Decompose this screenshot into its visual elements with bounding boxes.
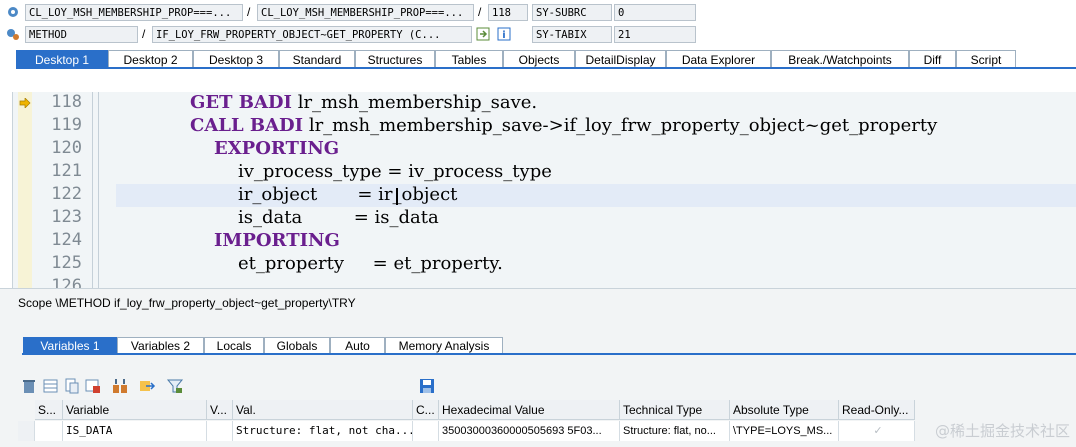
type-field[interactable]: METHOD <box>25 26 138 43</box>
tab-data-explorer[interactable]: Data Explorer <box>666 50 771 68</box>
code-line[interactable]: IMPORTING <box>214 230 340 251</box>
code-line[interactable]: CALL BADI lr_msh_membership_save->if_loy… <box>190 115 937 136</box>
sysvar-name-1[interactable]: SY-SUBRC <box>532 4 612 21</box>
line-number: 123 <box>51 207 82 227</box>
line-number: 120 <box>51 138 82 158</box>
tab-structures[interactable]: Structures <box>355 50 435 68</box>
grid-header[interactable]: Technical Type <box>620 400 730 420</box>
watermark: @稀土掘金技术社区 <box>934 422 1070 440</box>
insert-row-icon[interactable] <box>42 377 60 395</box>
lower-tab-underline <box>22 353 1076 355</box>
line-number: 124 <box>51 230 82 250</box>
tab-breakpoints[interactable]: Break./Watchpoints <box>771 50 909 68</box>
grid-cell-value[interactable]: Structure: flat, not cha... <box>233 421 413 441</box>
grid-cell[interactable] <box>35 421 63 441</box>
grid-cell-hex[interactable]: 35003000360000505693 5F03... <box>439 421 620 441</box>
grid-cell[interactable] <box>413 421 439 441</box>
code-line[interactable]: iv_process_type = iv_process_type <box>238 161 552 182</box>
tab-variables-1[interactable]: Variables 1 <box>23 337 117 354</box>
code-line[interactable]: is_data = is_data <box>238 207 439 228</box>
scope-line: Scope \METHOD if_loy_frw_property_object… <box>0 288 1076 316</box>
filter-icon[interactable] <box>166 377 184 395</box>
transfer-icon[interactable] <box>111 377 129 395</box>
tab-detaildisplay[interactable]: DetailDisplay <box>575 50 666 68</box>
include-field[interactable]: CL_LOY_MSH_MEMBERSHIP_PROP===... <box>257 4 474 21</box>
line-number: 126 <box>51 276 82 288</box>
line-number: 121 <box>51 161 82 181</box>
code-line[interactable]: ir_object = ir_object <box>238 184 457 205</box>
program-field[interactable]: CL_LOY_MSH_MEMBERSHIP_PROP===... <box>25 4 243 21</box>
grid-header[interactable]: Val. <box>233 400 413 420</box>
tab-underline <box>16 67 1076 69</box>
navigate-icon[interactable] <box>476 27 490 41</box>
event-field[interactable]: IF_LOY_FRW_PROPERTY_OBJECT~GET_PROPERTY … <box>152 26 472 43</box>
save-icon[interactable] <box>418 377 436 395</box>
line-number: 119 <box>51 115 82 135</box>
tab-standard[interactable]: Standard <box>279 50 355 68</box>
tab-memory-analysis[interactable]: Memory Analysis <box>385 337 503 354</box>
tab-variables-2[interactable]: Variables 2 <box>117 337 204 354</box>
tab-desktop-3[interactable]: Desktop 3 <box>193 50 279 68</box>
sysvar-value-1[interactable]: 0 <box>614 4 696 21</box>
tab-script[interactable]: Script <box>956 50 1016 68</box>
debug-icon <box>6 5 20 19</box>
info-icon[interactable]: i <box>497 27 511 41</box>
grid-header[interactable]: Absolute Type <box>730 400 839 420</box>
tab-auto[interactable]: Auto <box>330 337 385 354</box>
code-line[interactable]: et_property = et_property. <box>238 253 503 274</box>
tab-desktop-2[interactable]: Desktop 2 <box>108 50 193 68</box>
sysvar-name-2[interactable]: SY-TABIX <box>532 26 612 43</box>
grid-cell-variable[interactable]: IS_DATA <box>63 421 207 441</box>
current-line-arrow-icon <box>19 98 31 108</box>
tab-globals[interactable]: Globals <box>264 337 330 354</box>
svg-text:i: i <box>502 30 505 41</box>
grid-header[interactable]: V... <box>207 400 233 420</box>
tab-desktop-1[interactable]: Desktop 1 <box>16 50 108 68</box>
grid-header[interactable]: C... <box>413 400 439 420</box>
grid-header[interactable]: Variable <box>63 400 207 420</box>
grid-cell-technical-type[interactable]: Structure: flat, no... <box>620 421 730 441</box>
gears-icon <box>6 27 20 41</box>
tab-tables[interactable]: Tables <box>435 50 503 68</box>
delete-icon[interactable] <box>20 377 38 395</box>
line-number: 118 <box>51 92 82 112</box>
line-field[interactable]: 118 <box>488 4 528 21</box>
source-editor[interactable]: 118 GET BADI lr_msh_membership_save. 119… <box>12 92 1076 288</box>
copy-icon[interactable] <box>63 377 81 395</box>
code-line[interactable]: GET BADI lr_msh_membership_save. <box>190 92 537 113</box>
tab-diff[interactable]: Diff <box>909 50 956 68</box>
grid-header[interactable]: S... <box>35 400 63 420</box>
code-separator <box>98 92 99 288</box>
tab-locals[interactable]: Locals <box>204 337 264 354</box>
separator: / <box>478 5 482 19</box>
separator: / <box>142 27 146 41</box>
read-only-checkbox: ✓ <box>839 421 915 441</box>
grid-header[interactable]: Read-Only... <box>839 400 915 420</box>
code-line[interactable]: EXPORTING <box>214 138 339 159</box>
marker-column <box>18 92 32 288</box>
grid-row-selector[interactable] <box>18 421 35 441</box>
separator: / <box>247 5 251 19</box>
print-icon[interactable] <box>84 377 102 395</box>
grid-cell-absolute-type[interactable]: \TYPE=LOYS_MS... <box>730 421 839 441</box>
grid-cell[interactable] <box>207 421 233 441</box>
export-icon[interactable] <box>138 377 156 395</box>
line-number: 122 <box>51 184 82 204</box>
tab-objects[interactable]: Objects <box>503 50 575 68</box>
sysvar-value-2[interactable]: 21 <box>614 26 696 43</box>
grid-header[interactable]: Hexadecimal Value <box>439 400 620 420</box>
line-number: 125 <box>51 253 82 273</box>
